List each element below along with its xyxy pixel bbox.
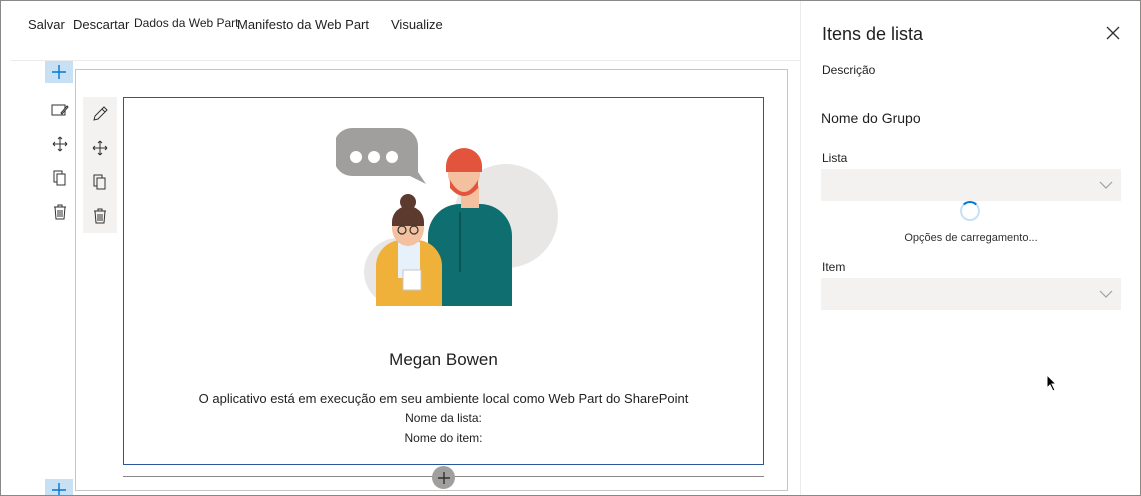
copy-icon (53, 170, 66, 186)
pencil-icon (93, 106, 108, 121)
visualize-button[interactable]: Visualize (391, 17, 443, 32)
panel-title: Itens de lista (822, 24, 924, 44)
webpart-toolbar (83, 97, 117, 233)
delete-icon (54, 204, 66, 220)
save-button[interactable]: Salvar (28, 17, 65, 32)
close-panel-button[interactable] (1103, 23, 1123, 43)
people-chat-illustration (336, 128, 558, 306)
webpart-data-button[interactable]: Dados da Web Part (134, 16, 239, 30)
discard-button[interactable]: Descartar (73, 17, 129, 32)
section-toolbar (47, 93, 73, 229)
mouse-cursor-icon (1046, 374, 1058, 392)
person-name: Megan Bowen (389, 350, 498, 369)
add-section-bottom-button[interactable] (45, 479, 73, 495)
move-icon (92, 140, 108, 156)
canvas-divider (11, 60, 800, 61)
edit-section-icon (51, 104, 69, 116)
list-field-label: Lista (822, 151, 848, 165)
edit-section-button[interactable] (47, 93, 73, 127)
workbench-window: Salvar Descartar Dados da Web Part Manif… (0, 0, 1141, 496)
add-section-top-button[interactable] (45, 61, 73, 83)
add-webpart-button[interactable] (432, 466, 455, 489)
loading-text: Opções de carregamento... (904, 232, 1038, 244)
list-name-label: Nome da lista: (405, 411, 482, 425)
copy-section-button[interactable] (47, 161, 73, 195)
list-dropdown[interactable] (821, 169, 1121, 201)
delete-section-button[interactable] (47, 195, 73, 229)
webpart-container[interactable]: Megan Bowen O aplicativo está em execuçã… (123, 97, 764, 465)
copy-icon (93, 174, 106, 190)
running-message: O aplicativo está em execução em seu amb… (198, 391, 689, 406)
property-pane: Itens de lista Descrição Nome do Grupo L… (800, 1, 1140, 495)
plus-icon (437, 471, 450, 484)
command-toolbar: Salvar Descartar Dados da Web Part Manif… (1, 1, 800, 49)
loading-spinner (960, 201, 980, 221)
plus-icon (52, 483, 66, 495)
webpart-manifest-button[interactable]: Manifesto da Web Part (237, 17, 369, 32)
delete-webpart-button[interactable] (83, 199, 117, 233)
delete-icon (94, 208, 106, 224)
move-webpart-button[interactable] (83, 131, 117, 165)
edit-webpart-button[interactable] (83, 97, 117, 131)
move-icon (52, 136, 68, 152)
copy-webpart-button[interactable] (83, 165, 117, 199)
plus-icon (52, 65, 66, 79)
group-name-heading: Nome do Grupo (821, 110, 921, 126)
description-label: Descrição (822, 63, 876, 77)
move-section-button[interactable] (47, 127, 73, 161)
item-name-label: Nome do item: (404, 431, 483, 445)
item-field-label: Item (822, 260, 846, 274)
item-dropdown[interactable] (821, 278, 1121, 310)
chevron-down-icon (1099, 181, 1113, 189)
chevron-down-icon (1099, 290, 1113, 298)
close-icon (1106, 26, 1120, 40)
